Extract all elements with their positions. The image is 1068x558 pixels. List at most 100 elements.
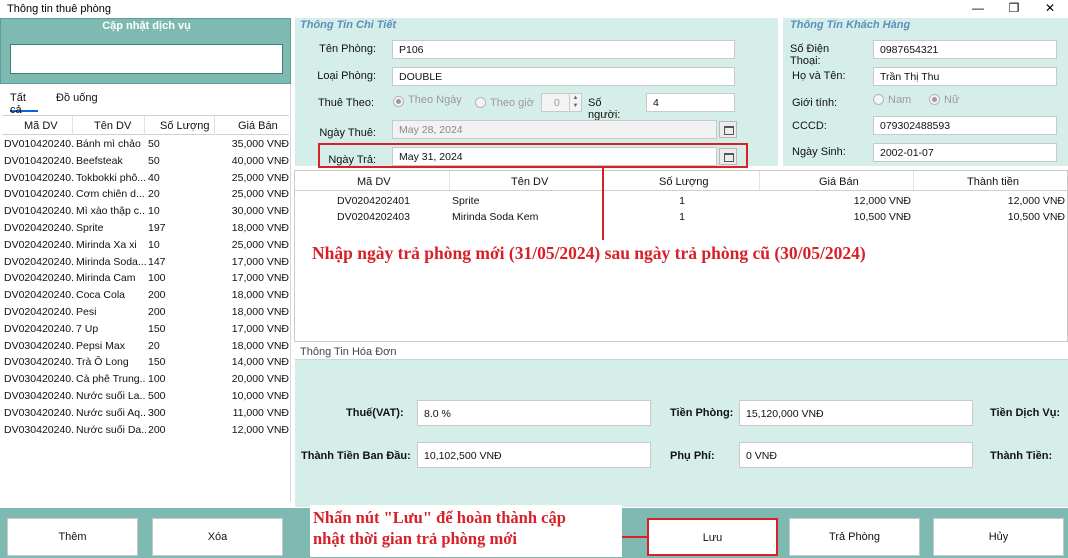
cell-name: Nước suối Da...: [76, 423, 146, 436]
by-day-radio[interactable]: [393, 96, 404, 107]
table-row[interactable]: DV010420240... Cơm chiên d... 20 25,000 VNĐ: [2, 186, 289, 203]
cell-name: Bánh mì chảo: [76, 138, 141, 150]
table-row[interactable]: DV010420240... Mì xào thập c... 10 30,000 V…: [2, 203, 289, 220]
table-row[interactable]: DV030420240... Nước suối Aq... 300 11,000 V…: [2, 405, 289, 422]
phone-field[interactable]: 0987654321: [873, 40, 1057, 59]
id-field[interactable]: 079302488593: [873, 116, 1057, 135]
table-row[interactable]: DV010420240... Bánh mì chảo 50 35,000 VNĐ: [2, 136, 289, 153]
cell-code: DV020420240...: [4, 289, 74, 302]
table-row[interactable]: DV020420240... 7 Up 150 17,000 VNĐ: [2, 321, 289, 338]
checkin-calendar-icon[interactable]: [719, 121, 737, 138]
hours-value: 0: [554, 97, 560, 109]
minimize-icon[interactable]: —: [960, 0, 996, 18]
table-row[interactable]: DV0204202403 Mirinda Soda Kem 1 10,500 VNĐ 1…: [295, 209, 1067, 225]
cell-qty: 200: [148, 305, 166, 318]
service-search-input[interactable]: [10, 44, 283, 74]
col-code[interactable]: Mã DV: [24, 120, 58, 132]
cell-qty: 10: [148, 238, 160, 251]
spin-down-icon[interactable]: ▼: [570, 102, 581, 110]
surcharge-label: Phụ Phí:: [670, 450, 715, 462]
cell-code: DV030420240...: [4, 406, 74, 419]
surcharge-field[interactable]: 0 VNĐ: [739, 442, 973, 468]
dob-field[interactable]: 2002-01-07: [873, 143, 1057, 162]
room-field[interactable]: P106: [392, 40, 735, 59]
table-row[interactable]: DV030420240... Nước suối Da... 200 12,000 V…: [2, 422, 289, 439]
cancel-button[interactable]: Hủy: [933, 518, 1064, 556]
by-hour-radio[interactable]: [475, 97, 486, 108]
cell-name: Cà phê Trung...: [76, 373, 146, 386]
cell-price: 25,000 VNĐ: [231, 188, 289, 201]
cell-price: 11,000 VNĐ: [232, 406, 289, 419]
col-price[interactable]: Giá Bán: [238, 120, 278, 132]
table-row[interactable]: DV0204202401 Sprite 1 12,000 VNĐ 12,000 VNĐ: [295, 193, 1067, 209]
cell-name: Tokbokki phô...: [76, 171, 146, 184]
table-row[interactable]: DV020420240... Mirinda Cam 100 17,000 VNĐ: [2, 270, 289, 287]
initial-total-label: Thành Tiền Ban Đầu:: [301, 450, 411, 462]
cell-qty: 197: [148, 221, 166, 234]
cell-qty: 200: [148, 423, 166, 436]
table-row[interactable]: DV020420240... Pesi 200 18,000 VNĐ: [2, 304, 289, 321]
checkout-calendar-icon[interactable]: [719, 148, 737, 165]
vat-field[interactable]: 8.0 %: [417, 400, 651, 426]
used-col-total[interactable]: Thành tiền: [967, 176, 1019, 188]
cell-code: DV010420240...: [4, 188, 74, 201]
cell-price: 12,000 VNĐ: [853, 195, 911, 207]
col-qty[interactable]: Số Lượng: [160, 120, 209, 132]
table-row[interactable]: DV020420240... Mirinda Soda... 147 17,000 V…: [2, 254, 289, 271]
cell-total: 12,000 VNĐ: [1007, 195, 1065, 207]
tab-drinks[interactable]: Đồ uống: [56, 92, 100, 112]
table-row[interactable]: DV030420240... Pepsi Max 20 18,000 VNĐ: [2, 338, 289, 355]
type-label: Loại Phòng:: [317, 70, 376, 82]
save-annotation-line1: Nhấn nút "Lưu" để hoàn thành cập: [313, 508, 566, 527]
cell-code: DV010420240...: [4, 138, 74, 150]
service-fee-label: Tiền Dịch Vụ:: [990, 407, 1061, 419]
cell-name: Nước suối La...: [76, 389, 146, 402]
type-field[interactable]: DOUBLE: [392, 67, 735, 86]
used-col-code[interactable]: Mã DV: [357, 176, 391, 188]
female-radio[interactable]: [929, 94, 940, 105]
male-radio[interactable]: [873, 94, 884, 105]
cell-code: DV010420240...: [4, 154, 74, 167]
checkout-date-field[interactable]: May 31, 2024: [392, 147, 717, 166]
initial-total-field[interactable]: 10,102,500 VNĐ: [417, 442, 651, 468]
spin-up-icon[interactable]: ▲: [570, 94, 581, 102]
cell-qty: 150: [148, 356, 166, 369]
cell-name: Mirinda Xa xi: [76, 238, 137, 251]
people-field[interactable]: 4: [646, 93, 735, 112]
table-row[interactable]: DV010420240... Beefsteak 50 40,000 VNĐ: [2, 153, 289, 170]
cell-qty: 1: [679, 195, 685, 207]
used-col-price[interactable]: Giá Bán: [819, 176, 859, 188]
room-fee-field[interactable]: 15,120,000 VNĐ: [739, 400, 973, 426]
cell-price: 18,000 VNĐ: [231, 221, 289, 234]
table-row[interactable]: DV010420240... Tokbokki phô... 40 25,000 VN…: [2, 170, 289, 187]
table-row[interactable]: DV030420240... Cà phê Trung... 100 20,000 V…: [2, 371, 289, 388]
tab-all[interactable]: Tất cả: [10, 92, 38, 116]
cell-price: 12,000 VNĐ: [231, 423, 289, 436]
cell-qty: 20: [148, 188, 160, 201]
cell-code: DV030420240...: [4, 373, 74, 386]
checkout-button[interactable]: Trả Phòng: [789, 518, 920, 556]
table-row[interactable]: DV030420240... Nước suối La... 500 10,000 V…: [2, 388, 289, 405]
window-title: Thông tin thuê phòng: [7, 3, 111, 15]
used-col-qty[interactable]: Số Lượng: [659, 176, 708, 188]
table-row[interactable]: DV020420240... Mirinda Xa xi 10 25,000 VNĐ: [2, 237, 289, 254]
hours-stepper[interactable]: 0 ▲ ▼: [541, 93, 582, 112]
used-col-name[interactable]: Tên DV: [511, 176, 548, 188]
cell-total: 10,500 VNĐ: [1007, 211, 1065, 223]
people-label: Số người:: [588, 97, 621, 121]
delete-button[interactable]: Xóa: [152, 518, 283, 556]
cell-qty: 500: [148, 389, 166, 402]
table-row[interactable]: DV020420240... Coca Cola 200 18,000 VNĐ: [2, 287, 289, 304]
table-row[interactable]: DV020420240... Sprite 197 18,000 VNĐ: [2, 220, 289, 237]
table-row[interactable]: DV030420240... Trà Ô Long 150 14,000 VNĐ: [2, 354, 289, 371]
add-button[interactable]: Thêm: [7, 518, 138, 556]
col-name[interactable]: Tên DV: [94, 120, 131, 132]
cell-price: 18,000 VNĐ: [231, 339, 289, 352]
maximize-icon[interactable]: ❐: [996, 0, 1032, 18]
id-label: CCCD:: [792, 120, 827, 132]
close-icon[interactable]: ✕: [1032, 0, 1068, 18]
gender-label: Giới tính:: [792, 97, 838, 109]
checkin-date-field[interactable]: May 28, 2024: [392, 120, 717, 139]
save-button[interactable]: Lưu: [647, 518, 778, 556]
name-field[interactable]: Trần Thị Thu: [873, 67, 1057, 86]
